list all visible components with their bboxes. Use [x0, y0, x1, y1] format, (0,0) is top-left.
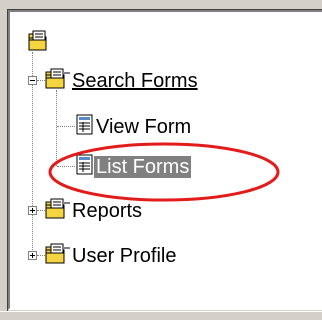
folder-forms-icon[interactable] [45, 243, 71, 265]
expand-toggle-reports[interactable] [28, 206, 37, 215]
tree-connector [37, 80, 45, 82]
document-icon[interactable] [76, 114, 94, 136]
tree-connector [57, 126, 75, 128]
folder-forms-icon[interactable] [45, 68, 71, 90]
tree-panel: Search Forms View Form List Forms Report… [0, 0, 322, 320]
tree-item-search-forms[interactable]: Search Forms [72, 70, 198, 92]
collapse-toggle-search-forms[interactable] [28, 76, 37, 85]
tree-item-reports[interactable]: Reports [72, 200, 142, 222]
folder-forms-icon[interactable] [28, 30, 52, 52]
tree-connector [57, 166, 75, 168]
expand-toggle-user-profile[interactable] [28, 251, 37, 260]
tree-view: Search Forms View Form List Forms Report… [8, 10, 322, 310]
tree-item-view-form[interactable]: View Form [96, 116, 191, 138]
folder-forms-icon[interactable] [45, 198, 71, 220]
tree-connector [37, 210, 45, 212]
tree-item-user-profile[interactable]: User Profile [72, 245, 176, 267]
tree-connector [56, 90, 58, 166]
tree-connector [37, 255, 45, 257]
panel-bottom-edge [0, 311, 322, 320]
document-icon[interactable] [76, 154, 94, 176]
tree-item-list-forms[interactable]: List Forms [94, 156, 192, 178]
